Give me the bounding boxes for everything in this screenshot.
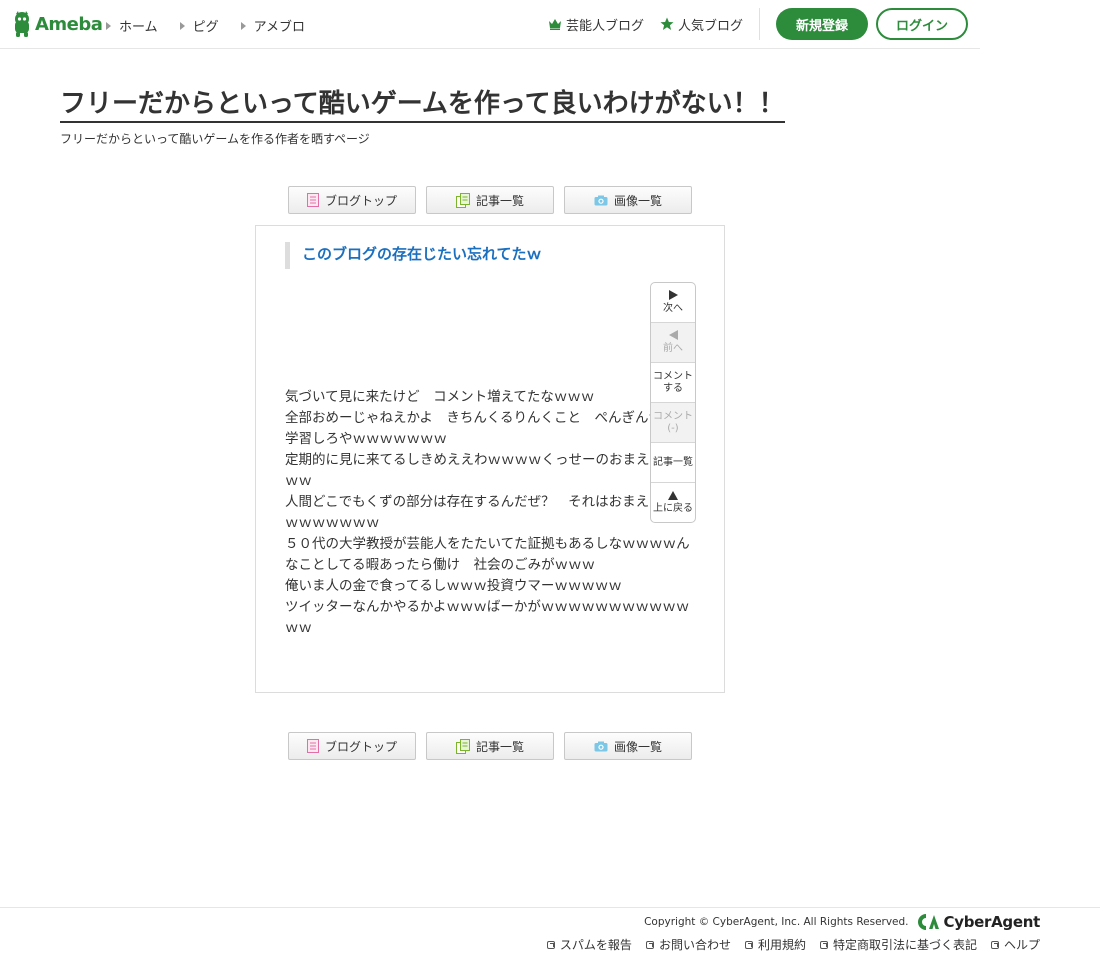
entry-line: ５０代の大学教授が芸能人をたたいてた証拠もあるしなｗｗｗｗんなことしてる暇あった… [285, 536, 690, 573]
tab-label: 画像一覧 [613, 193, 662, 208]
entry-line: 全部おめーじゃねえかよ きちんくるりんくこと ぺんぎんｗｗｗ学習しろやｗｗｗｗｗ… [285, 410, 690, 447]
nav-item-home[interactable]: ホーム [106, 16, 158, 35]
footer-links: スパムを報告 お問い合わせ 利用規約 特定商取引法に基づく表記 ヘルプ [533, 936, 1040, 953]
terms-link[interactable]: 利用規約 [744, 936, 806, 953]
site-header: Ameba ホーム ピグ アメブロ 芸能人ブログ 人気ブログ 新規登録 ログイン [0, 0, 980, 49]
celebrity-blog-label: 芸能人ブログ [565, 18, 644, 34]
nav-item-pigg[interactable]: ピグ [179, 16, 219, 35]
tab-label: ブログトップ [324, 193, 397, 208]
header-actions: 芸能人ブログ 人気ブログ 新規登録 ログイン [548, 8, 980, 40]
blog-title[interactable]: フリーだからといって酷いゲームを作って良いわけがない！！ [60, 89, 785, 123]
footer-link-label: 利用規約 [757, 938, 806, 952]
prev-entry-button: 前へ [651, 323, 695, 363]
nav-item-label: アメブロ [253, 20, 305, 35]
arrow-up-icon [668, 490, 678, 500]
tab-image-list[interactable]: 画像一覧 [564, 732, 692, 760]
nav-item-label: ピグ [192, 20, 219, 35]
cyberagent-logo-text: CyberAgent [943, 913, 1041, 931]
play-left-icon [668, 330, 678, 340]
external-link-icon [546, 940, 555, 949]
next-entry-button[interactable]: 次へ [651, 283, 695, 323]
comment-label-2: する [663, 382, 683, 394]
comments-label-1: コメント [653, 410, 693, 422]
header-divider [759, 8, 760, 40]
entry-title[interactable]: このブログの存在じたい忘れてたｗ [285, 242, 542, 269]
comment-label-1: コメント [653, 370, 693, 382]
camera-icon [594, 195, 608, 205]
blog-menu-bottom: ブログトップ 記事一覧 画像一覧 [288, 732, 702, 760]
copyright: Copyright © CyberAgent, Inc. All Rights … [644, 913, 1040, 931]
caret-right-icon [179, 21, 185, 30]
tab-entry-list[interactable]: 記事一覧 [426, 186, 554, 214]
footer-link-label: スパムを報告 [559, 938, 632, 952]
back-to-top-button[interactable]: 上に戻る [651, 483, 695, 522]
entry-body: 気づいて見に来たけど コメント増えてたなｗｗｗ 全部おめーじゃねえかよ きちんく… [285, 387, 697, 639]
ameba-mascot-icon [15, 11, 29, 37]
external-link-icon [645, 940, 654, 949]
entry-line: ツイッターなんかやるかよｗｗｗばーかがｗｗｗｗｗｗｗｗｗｗｗｗｗ [285, 599, 690, 636]
logo-text: Ameba [35, 13, 103, 35]
tab-label: ブログトップ [324, 739, 397, 754]
entry-list-icon [455, 738, 470, 754]
tab-blog-top[interactable]: ブログトップ [288, 732, 416, 760]
contact-link[interactable]: お問い合わせ [645, 936, 731, 953]
next-label: 次へ [663, 303, 683, 314]
entry-side-nav: 次へ 前へ コメント する コメント (-) 記事一覧 上に戻る [650, 282, 696, 523]
comments-label-2: (-) [667, 422, 679, 434]
entry-list-button[interactable]: 記事一覧 [651, 443, 695, 483]
play-right-icon [668, 290, 678, 300]
blog-top-icon [306, 193, 319, 207]
site-footer: Copyright © CyberAgent, Inc. All Rights … [0, 907, 1100, 960]
footer-link-label: お問い合わせ [658, 938, 731, 952]
prev-label: 前へ [663, 343, 683, 354]
star-icon [660, 17, 674, 30]
blog-description: フリーだからといって酷いゲームを作る作者を晒すページ [60, 132, 370, 146]
tab-label: 記事一覧 [475, 739, 524, 754]
tab-label: 画像一覧 [613, 739, 662, 754]
popular-blog-link[interactable]: 人気ブログ [660, 15, 743, 34]
blog-top-icon [306, 739, 319, 753]
footer-link-label: 特定商取引法に基づく表記 [832, 938, 977, 952]
comments-count-button: コメント (-) [651, 403, 695, 443]
copyright-text: Copyright © CyberAgent, Inc. All Rights … [644, 916, 909, 928]
entry-list-icon [455, 192, 470, 208]
signup-button[interactable]: 新規登録 [776, 8, 868, 40]
crown-icon [548, 19, 561, 30]
cyberagent-logo[interactable]: CyberAgent [917, 913, 1040, 931]
popular-blog-label: 人気ブログ [677, 18, 743, 34]
camera-icon [594, 741, 608, 751]
cyberagent-mark-icon [917, 914, 939, 930]
tab-blog-top[interactable]: ブログトップ [288, 186, 416, 214]
report-spam-link[interactable]: スパムを報告 [546, 936, 632, 953]
nav-item-ameblo[interactable]: アメブロ [240, 16, 305, 35]
nav-item-label: ホーム [119, 20, 158, 35]
external-link-icon [819, 940, 828, 949]
commerce-law-link[interactable]: 特定商取引法に基づく表記 [819, 936, 977, 953]
to-top-label: 上に戻る [653, 502, 693, 514]
global-nav: ホーム ピグ アメブロ [106, 16, 327, 35]
external-link-icon [744, 940, 753, 949]
ameba-logo[interactable]: Ameba [12, 11, 103, 37]
external-link-icon [990, 940, 999, 949]
login-button[interactable]: ログイン [876, 8, 968, 40]
tab-label: 記事一覧 [475, 193, 524, 208]
entry-list-label: 記事一覧 [653, 456, 693, 468]
entry-line: 人間どこでもくずの部分は存在するんだぜ？ それはおまえにもｗｗｗｗｗｗｗｗ [285, 494, 690, 531]
caret-right-icon [240, 21, 246, 30]
celebrity-blog-link[interactable]: 芸能人ブログ [548, 15, 644, 34]
caret-right-icon [106, 21, 111, 30]
write-comment-button[interactable]: コメント する [651, 363, 695, 403]
entry-line: 気づいて見に来たけど コメント増えてたなｗｗｗ [285, 389, 595, 405]
help-link[interactable]: ヘルプ [990, 936, 1040, 953]
blog-menu-top: ブログトップ 記事一覧 画像一覧 [288, 186, 702, 214]
footer-link-label: ヘルプ [1003, 938, 1040, 952]
tab-image-list[interactable]: 画像一覧 [564, 186, 692, 214]
entry-line: 定期的に見に来てるしきめええわｗｗｗｗくっせーのおまえｗｗｗｗｗ [285, 452, 690, 489]
entry-line: 俺いま人の金で食ってるしｗｗｗ投資ウマーｗｗｗｗｗ [285, 578, 622, 594]
tab-entry-list[interactable]: 記事一覧 [426, 732, 554, 760]
